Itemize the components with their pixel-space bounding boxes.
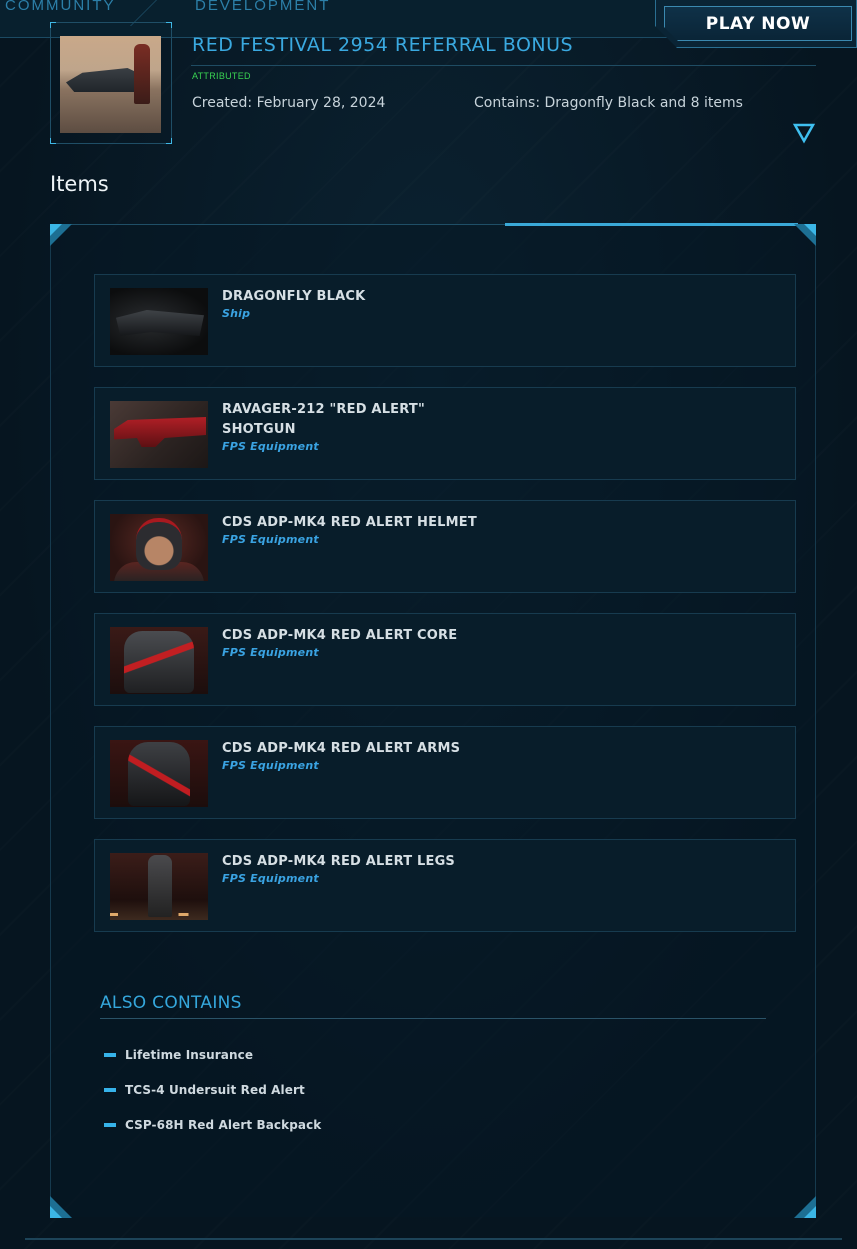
item-name: CDS ADP-MK4 RED ALERT LEGS bbox=[222, 854, 455, 869]
footer-divider bbox=[25, 1238, 842, 1240]
item-card[interactable]: CDS ADP-MK4 RED ALERT LEGS FPS Equipment bbox=[94, 839, 796, 932]
panel-accent-bar bbox=[505, 223, 798, 226]
corner-decoration-icon bbox=[794, 224, 816, 246]
item-thumbnail bbox=[110, 288, 208, 355]
created-date: Created: February 28, 2024 bbox=[192, 95, 386, 111]
also-contains-label: TCS-4 Undersuit Red Alert bbox=[125, 1083, 305, 1097]
items-panel bbox=[50, 224, 816, 1217]
play-now-label: PLAY NOW bbox=[705, 13, 811, 34]
nav-development-link[interactable]: DEVELOPMENT bbox=[195, 0, 330, 14]
play-now-frame: PLAY NOW bbox=[655, 0, 857, 48]
also-contains-heading: ALSO CONTAINS bbox=[100, 993, 242, 1013]
expand-toggle-button[interactable] bbox=[792, 122, 816, 144]
also-contains-label: CSP-68H Red Alert Backpack bbox=[125, 1118, 322, 1132]
pledge-title: RED FESTIVAL 2954 REFERRAL BONUS bbox=[192, 34, 574, 56]
list-item: Lifetime Insurance bbox=[104, 1047, 253, 1063]
item-type: Ship bbox=[222, 307, 251, 320]
item-card[interactable]: CDS ADP-MK4 RED ALERT ARMS FPS Equipment bbox=[94, 726, 796, 819]
play-now-button[interactable]: PLAY NOW bbox=[664, 6, 852, 41]
item-type: FPS Equipment bbox=[222, 646, 319, 659]
list-item: CSP-68H Red Alert Backpack bbox=[104, 1117, 321, 1133]
nav-community-link[interactable]: COMMUNITY bbox=[5, 0, 116, 14]
item-type: FPS Equipment bbox=[222, 872, 319, 885]
item-thumbnail bbox=[110, 853, 208, 920]
item-name: CDS ADP-MK4 RED ALERT CORE bbox=[222, 628, 458, 643]
item-thumbnail bbox=[110, 514, 208, 581]
bullet-icon bbox=[104, 1088, 116, 1092]
corner-decoration-icon bbox=[50, 1196, 72, 1218]
bullet-icon bbox=[104, 1053, 116, 1057]
item-name: CDS ADP-MK4 RED ALERT ARMS bbox=[222, 741, 461, 756]
item-thumbnail bbox=[110, 401, 208, 468]
item-name: CDS ADP-MK4 RED ALERT HELMET bbox=[222, 515, 477, 530]
item-type: FPS Equipment bbox=[222, 759, 319, 772]
item-name: RAVAGER-212 "RED ALERT" SHOTGUN bbox=[222, 402, 425, 437]
corner-decoration-icon bbox=[50, 224, 72, 246]
also-contains-divider bbox=[100, 1018, 766, 1019]
item-name: DRAGONFLY BLACK bbox=[222, 289, 366, 304]
bullet-icon bbox=[104, 1123, 116, 1127]
items-heading: Items bbox=[50, 172, 109, 196]
pledge-thumbnail bbox=[60, 36, 161, 133]
triangle-down-icon bbox=[792, 123, 816, 144]
corner-decoration-icon bbox=[794, 1196, 816, 1218]
item-card[interactable]: RAVAGER-212 "RED ALERT" SHOTGUN FPS Equi… bbox=[94, 387, 796, 480]
item-type: FPS Equipment bbox=[222, 533, 319, 546]
item-card[interactable]: CDS ADP-MK4 RED ALERT HELMET FPS Equipme… bbox=[94, 500, 796, 593]
item-card[interactable]: DRAGONFLY BLACK Ship bbox=[94, 274, 796, 367]
list-item: TCS-4 Undersuit Red Alert bbox=[104, 1082, 305, 1098]
title-divider bbox=[191, 65, 816, 66]
also-contains-label: Lifetime Insurance bbox=[125, 1048, 254, 1062]
contains-summary: Contains: Dragonfly Black and 8 items bbox=[474, 95, 743, 111]
status-badge: ATTRIBUTED bbox=[192, 71, 251, 81]
item-card[interactable]: CDS ADP-MK4 RED ALERT CORE FPS Equipment bbox=[94, 613, 796, 706]
item-thumbnail bbox=[110, 740, 208, 807]
item-type: FPS Equipment bbox=[222, 440, 319, 453]
item-thumbnail bbox=[110, 627, 208, 694]
